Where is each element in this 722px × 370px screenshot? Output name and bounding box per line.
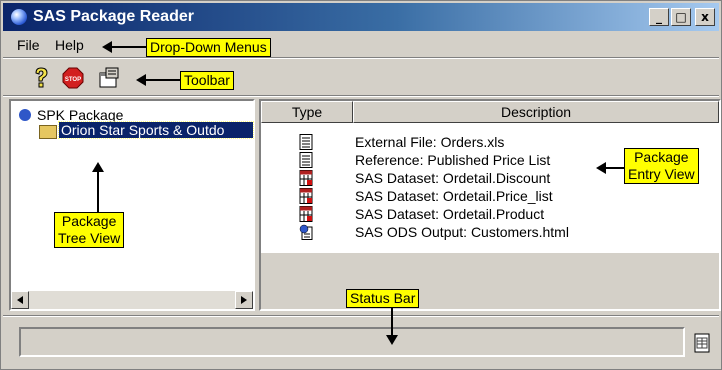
tree-view-arrowhead xyxy=(92,162,104,172)
package-entry-view[interactable]: Type Description External File: Orders.x… xyxy=(259,99,721,311)
minimize-button[interactable]: _ xyxy=(649,8,669,26)
entry-description: Reference: Published Price List xyxy=(355,152,551,168)
tree-root-label: SPK Package xyxy=(37,107,124,123)
toolbar-separator xyxy=(3,95,719,97)
status-bar-arrowhead xyxy=(386,335,398,345)
callout-package-entry-view: Package Entry View xyxy=(624,148,699,184)
scroll-left-button[interactable] xyxy=(11,291,29,309)
tree-view-arrow xyxy=(97,172,99,212)
entry-description: SAS ODS Output: Customers.html xyxy=(355,224,569,240)
sas-package-reader-window: SAS Package Reader _ □ x File Help STOP xyxy=(0,0,722,370)
folder-icon xyxy=(39,125,57,139)
entry-view-arrow xyxy=(604,167,624,169)
menu-file[interactable]: File xyxy=(17,37,40,53)
package-tree-view[interactable]: SPK Package Orion Star Sports & Outdo xyxy=(9,99,255,311)
tree-child-node[interactable]: Orion Star Sports & Outdo xyxy=(58,121,254,139)
column-header-type[interactable]: Type xyxy=(261,101,353,123)
tree-horizontal-scrollbar[interactable] xyxy=(11,291,253,309)
status-separator xyxy=(3,315,719,317)
entry-description: SAS Dataset: Ordetail.Discount xyxy=(355,170,551,186)
entry-description: External File: Orders.xls xyxy=(355,134,505,150)
window-title: SAS Package Reader xyxy=(33,8,194,25)
sas-dataset-icon xyxy=(299,170,313,186)
title-bar[interactable]: SAS Package Reader _ □ x xyxy=(3,3,719,31)
status-text xyxy=(19,327,685,357)
text-file-icon xyxy=(299,134,313,150)
column-header-description[interactable]: Description xyxy=(353,101,719,123)
callout-drop-down-menus: Drop-Down Menus xyxy=(146,38,271,57)
arrow-right-icon xyxy=(241,296,247,304)
callout-tree-view-line1: Package xyxy=(61,213,117,229)
sas-dataset-icon xyxy=(299,206,313,222)
document-icon[interactable] xyxy=(693,333,711,353)
close-button[interactable]: x xyxy=(695,8,715,26)
list-item[interactable]: SAS Dataset: Ordetail.Price_list xyxy=(261,187,719,205)
toolbar: STOP xyxy=(3,61,719,95)
stop-button[interactable]: STOP xyxy=(59,65,87,91)
maximize-button[interactable]: □ xyxy=(671,8,691,26)
callout-toolbar: Toolbar xyxy=(180,71,234,90)
callout-status-bar: Status Bar xyxy=(346,289,420,308)
properties-icon xyxy=(99,67,119,88)
ods-output-icon xyxy=(299,224,313,240)
scroll-right-button[interactable] xyxy=(235,291,253,309)
status-bar xyxy=(9,319,719,365)
arrow-left-icon xyxy=(17,296,23,304)
menu-help[interactable]: Help xyxy=(55,37,84,53)
globe-icon xyxy=(19,109,31,121)
toolbar-arrow xyxy=(144,79,180,81)
callout-package-tree-view: Package Tree View xyxy=(54,212,125,248)
callout-entry-view-line2: Entry View xyxy=(628,166,695,182)
help-button[interactable] xyxy=(27,65,55,91)
stop-icon-label: STOP xyxy=(65,77,81,83)
app-globe-icon xyxy=(11,9,27,25)
sas-dataset-icon xyxy=(299,188,313,204)
question-icon xyxy=(35,67,48,88)
entry-description: SAS Dataset: Ordetail.Price_list xyxy=(355,188,553,204)
stop-icon: STOP xyxy=(62,67,84,89)
text-file-icon xyxy=(299,152,313,168)
menus-arrow xyxy=(110,46,146,48)
callout-entry-view-line1: Package xyxy=(634,149,689,165)
list-item[interactable]: SAS ODS Output: Customers.html xyxy=(261,223,719,241)
status-bar-arrow xyxy=(391,307,393,337)
properties-button[interactable] xyxy=(95,65,123,91)
entry-description: SAS Dataset: Ordetail.Product xyxy=(355,206,545,222)
callout-tree-view-line2: Tree View xyxy=(58,230,121,246)
list-item[interactable]: SAS Dataset: Ordetail.Product xyxy=(261,205,719,223)
menu-separator xyxy=(3,57,719,59)
